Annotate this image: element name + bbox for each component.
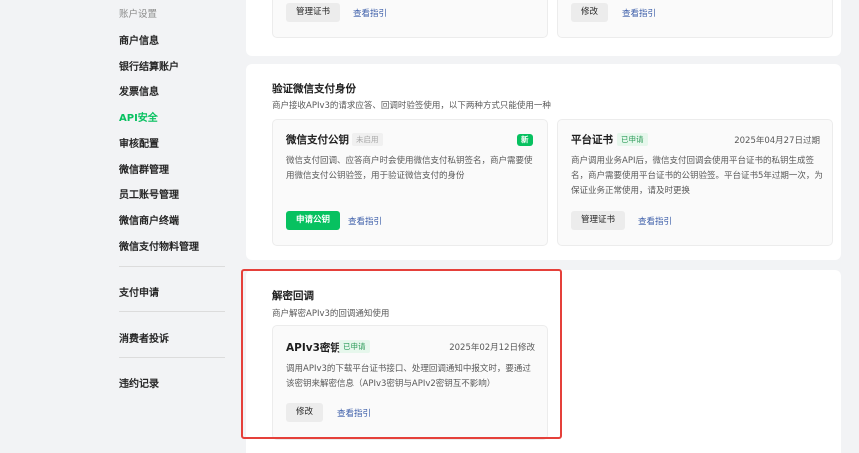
sidebar-item-review-config[interactable]: 审核配置 <box>119 135 159 150</box>
status-badge: 已申请 <box>617 133 648 146</box>
guide-link[interactable]: 查看指引 <box>638 215 672 227</box>
sidebar-item-api-security[interactable]: API安全 <box>119 109 158 124</box>
section-title: 验证微信支付身份 <box>272 83 356 95</box>
top-left-card: 管理证书 查看指引 <box>272 0 548 38</box>
top-right-card: 修改 查看指引 <box>557 0 833 38</box>
sidebar-item-complaints[interactable]: 消费者投诉 <box>119 330 169 345</box>
sidebar-divider <box>119 266 225 267</box>
decrypt-callback-panel: 解密回调 商户解密APIv3的回调通知使用 APIv3密钥 已申请 2025年0… <box>246 270 841 453</box>
modify-button[interactable]: 修改 <box>571 3 609 22</box>
sidebar-item-wechat-group[interactable]: 微信群管理 <box>119 161 169 176</box>
section-description: 商户解密APIv3的回调通知使用 <box>272 309 390 319</box>
sidebar-item-invoice[interactable]: 发票信息 <box>119 83 159 98</box>
verify-identity-panel: 验证微信支付身份 商户接收APIv3的请求应答、回调时验签使用，以下两种方式只能… <box>246 64 841 260</box>
expiry-date: 2025年04月27日过期 <box>734 136 820 146</box>
new-badge: 新 <box>517 134 533 146</box>
sidebar-item-merchant-info[interactable]: 商户信息 <box>119 32 159 47</box>
sidebar-item-materials[interactable]: 微信支付物料管理 <box>119 238 199 253</box>
card-description: 微信支付回调、应答商户时会使用微信支付私钥签名，商户需要使用微信支付公钥验签，用… <box>286 156 533 181</box>
sidebar-section-header: 账户设置 <box>119 9 158 20</box>
card-title: 平台证书 <box>571 134 613 146</box>
sidebar-item-payment-apply[interactable]: 支付申请 <box>119 284 159 299</box>
public-key-card: 微信支付公钥 未启用 新 微信支付回调、应答商户时会使用微信支付私钥签名，商户需… <box>272 119 548 246</box>
sidebar-item-terminal[interactable]: 微信商户终端 <box>119 212 179 227</box>
modify-button[interactable]: 修改 <box>286 403 324 422</box>
card-description: 调用APIv3的下载平台证书接口、处理回调通知中报文时，要通过该密钥来解密信息（… <box>286 364 531 389</box>
manage-cert-button[interactable]: 管理证书 <box>286 3 341 22</box>
sidebar-item-bank-account[interactable]: 银行结算账户 <box>119 58 179 73</box>
status-badge: 已申请 <box>339 340 370 353</box>
guide-link[interactable]: 查看指引 <box>622 7 656 19</box>
modified-date: 2025年02月12日修改 <box>449 343 535 353</box>
apply-public-key-button[interactable]: 申请公钥 <box>286 211 341 230</box>
sidebar-item-violations[interactable]: 违约记录 <box>119 375 159 390</box>
certificate-panel: 管理证书 查看指引 修改 查看指引 <box>246 0 841 56</box>
guide-link[interactable]: 查看指引 <box>348 215 382 227</box>
sidebar-divider <box>119 357 225 358</box>
sidebar: 账户设置 商户信息 银行结算账户 发票信息 API安全 审核配置 微信群管理 员… <box>0 0 232 453</box>
section-title: 解密回调 <box>272 290 314 302</box>
guide-link[interactable]: 查看指引 <box>337 407 371 419</box>
manage-cert-button[interactable]: 管理证书 <box>571 211 626 230</box>
card-description: 商户调用业务API后，微信支付回调会使用平台证书的私钥生成签名，商户需要使用平台… <box>571 156 823 196</box>
status-badge: 未启用 <box>352 133 383 146</box>
card-title: 微信支付公钥 <box>286 134 349 146</box>
section-description: 商户接收APIv3的请求应答、回调时验签使用，以下两种方式只能使用一种 <box>272 101 551 111</box>
platform-cert-card: 平台证书 已申请 2025年04月27日过期 商户调用业务API后，微信支付回调… <box>557 119 833 246</box>
card-title: APIv3密钥 <box>286 342 341 354</box>
guide-link[interactable]: 查看指引 <box>353 7 387 19</box>
apiv3-key-card: APIv3密钥 已申请 2025年02月12日修改 调用APIv3的下载平台证书… <box>272 325 548 440</box>
sidebar-item-staff-accounts[interactable]: 员工账号管理 <box>119 186 179 201</box>
sidebar-divider <box>119 311 225 312</box>
